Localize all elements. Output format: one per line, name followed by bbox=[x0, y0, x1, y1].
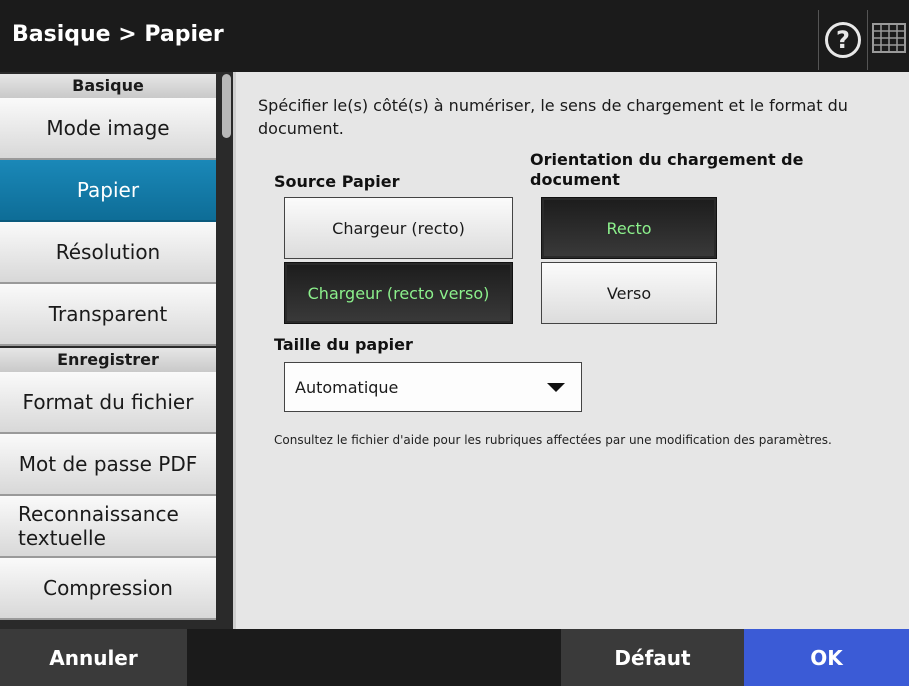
help-button[interactable]: ? bbox=[818, 10, 868, 70]
settings-panel: Spécifier le(s) côté(s) à numériser, le … bbox=[233, 72, 909, 629]
orientation-front-button[interactable]: Recto bbox=[541, 197, 717, 259]
sidebar-item-transparent[interactable]: Transparent bbox=[0, 284, 216, 346]
panel-description: Spécifier le(s) côté(s) à numériser, le … bbox=[258, 96, 848, 138]
source-simplex-button[interactable]: Chargeur (recto) bbox=[284, 197, 513, 259]
page-title: Basique > Papier bbox=[12, 22, 224, 47]
source-duplex-button[interactable]: Chargeur (recto verso) bbox=[284, 262, 513, 324]
help-note: Consultez le fichier d'aide pour les rub… bbox=[274, 433, 832, 447]
sidebar-scrollbar[interactable] bbox=[219, 72, 233, 629]
sidebar: Basique Mode image Papier Résolution Tra… bbox=[0, 72, 233, 629]
keyboard-icon bbox=[872, 23, 906, 53]
title-bar: Basique > Papier ? bbox=[0, 0, 909, 72]
orientation-back-button[interactable]: Verso bbox=[541, 262, 717, 324]
cancel-button[interactable]: Annuler bbox=[0, 629, 187, 686]
footer-bar: Annuler Défaut OK bbox=[0, 629, 909, 686]
sidebar-item-file-format[interactable]: Format du fichier bbox=[0, 372, 216, 434]
sidebar-item-ocr[interactable]: Reconnaissance textuelle bbox=[0, 496, 216, 558]
paper-source-label: Source Papier bbox=[274, 172, 400, 191]
question-circle-icon: ? bbox=[825, 22, 861, 58]
sidebar-section-save: Enregistrer bbox=[0, 348, 216, 372]
ok-button[interactable]: OK bbox=[744, 629, 909, 686]
chevron-down-icon bbox=[547, 383, 565, 392]
paper-size-select[interactable]: Automatique bbox=[284, 362, 582, 412]
default-button[interactable]: Défaut bbox=[561, 629, 744, 686]
sidebar-item-pdf-password[interactable]: Mot de passe PDF bbox=[0, 434, 216, 496]
load-orientation-label: Orientation du chargement de document bbox=[530, 150, 804, 189]
keyboard-button[interactable] bbox=[870, 18, 908, 58]
sidebar-section-basic: Basique bbox=[0, 74, 216, 98]
sidebar-item-resolution[interactable]: Résolution bbox=[0, 222, 216, 284]
sidebar-item-compression[interactable]: Compression bbox=[0, 558, 216, 620]
sidebar-scroll-thumb[interactable] bbox=[222, 74, 231, 138]
paper-size-value: Automatique bbox=[295, 377, 399, 397]
paper-size-label: Taille du papier bbox=[274, 335, 413, 354]
sidebar-item-image-mode[interactable]: Mode image bbox=[0, 98, 216, 160]
sidebar-item-paper[interactable]: Papier bbox=[0, 160, 216, 222]
